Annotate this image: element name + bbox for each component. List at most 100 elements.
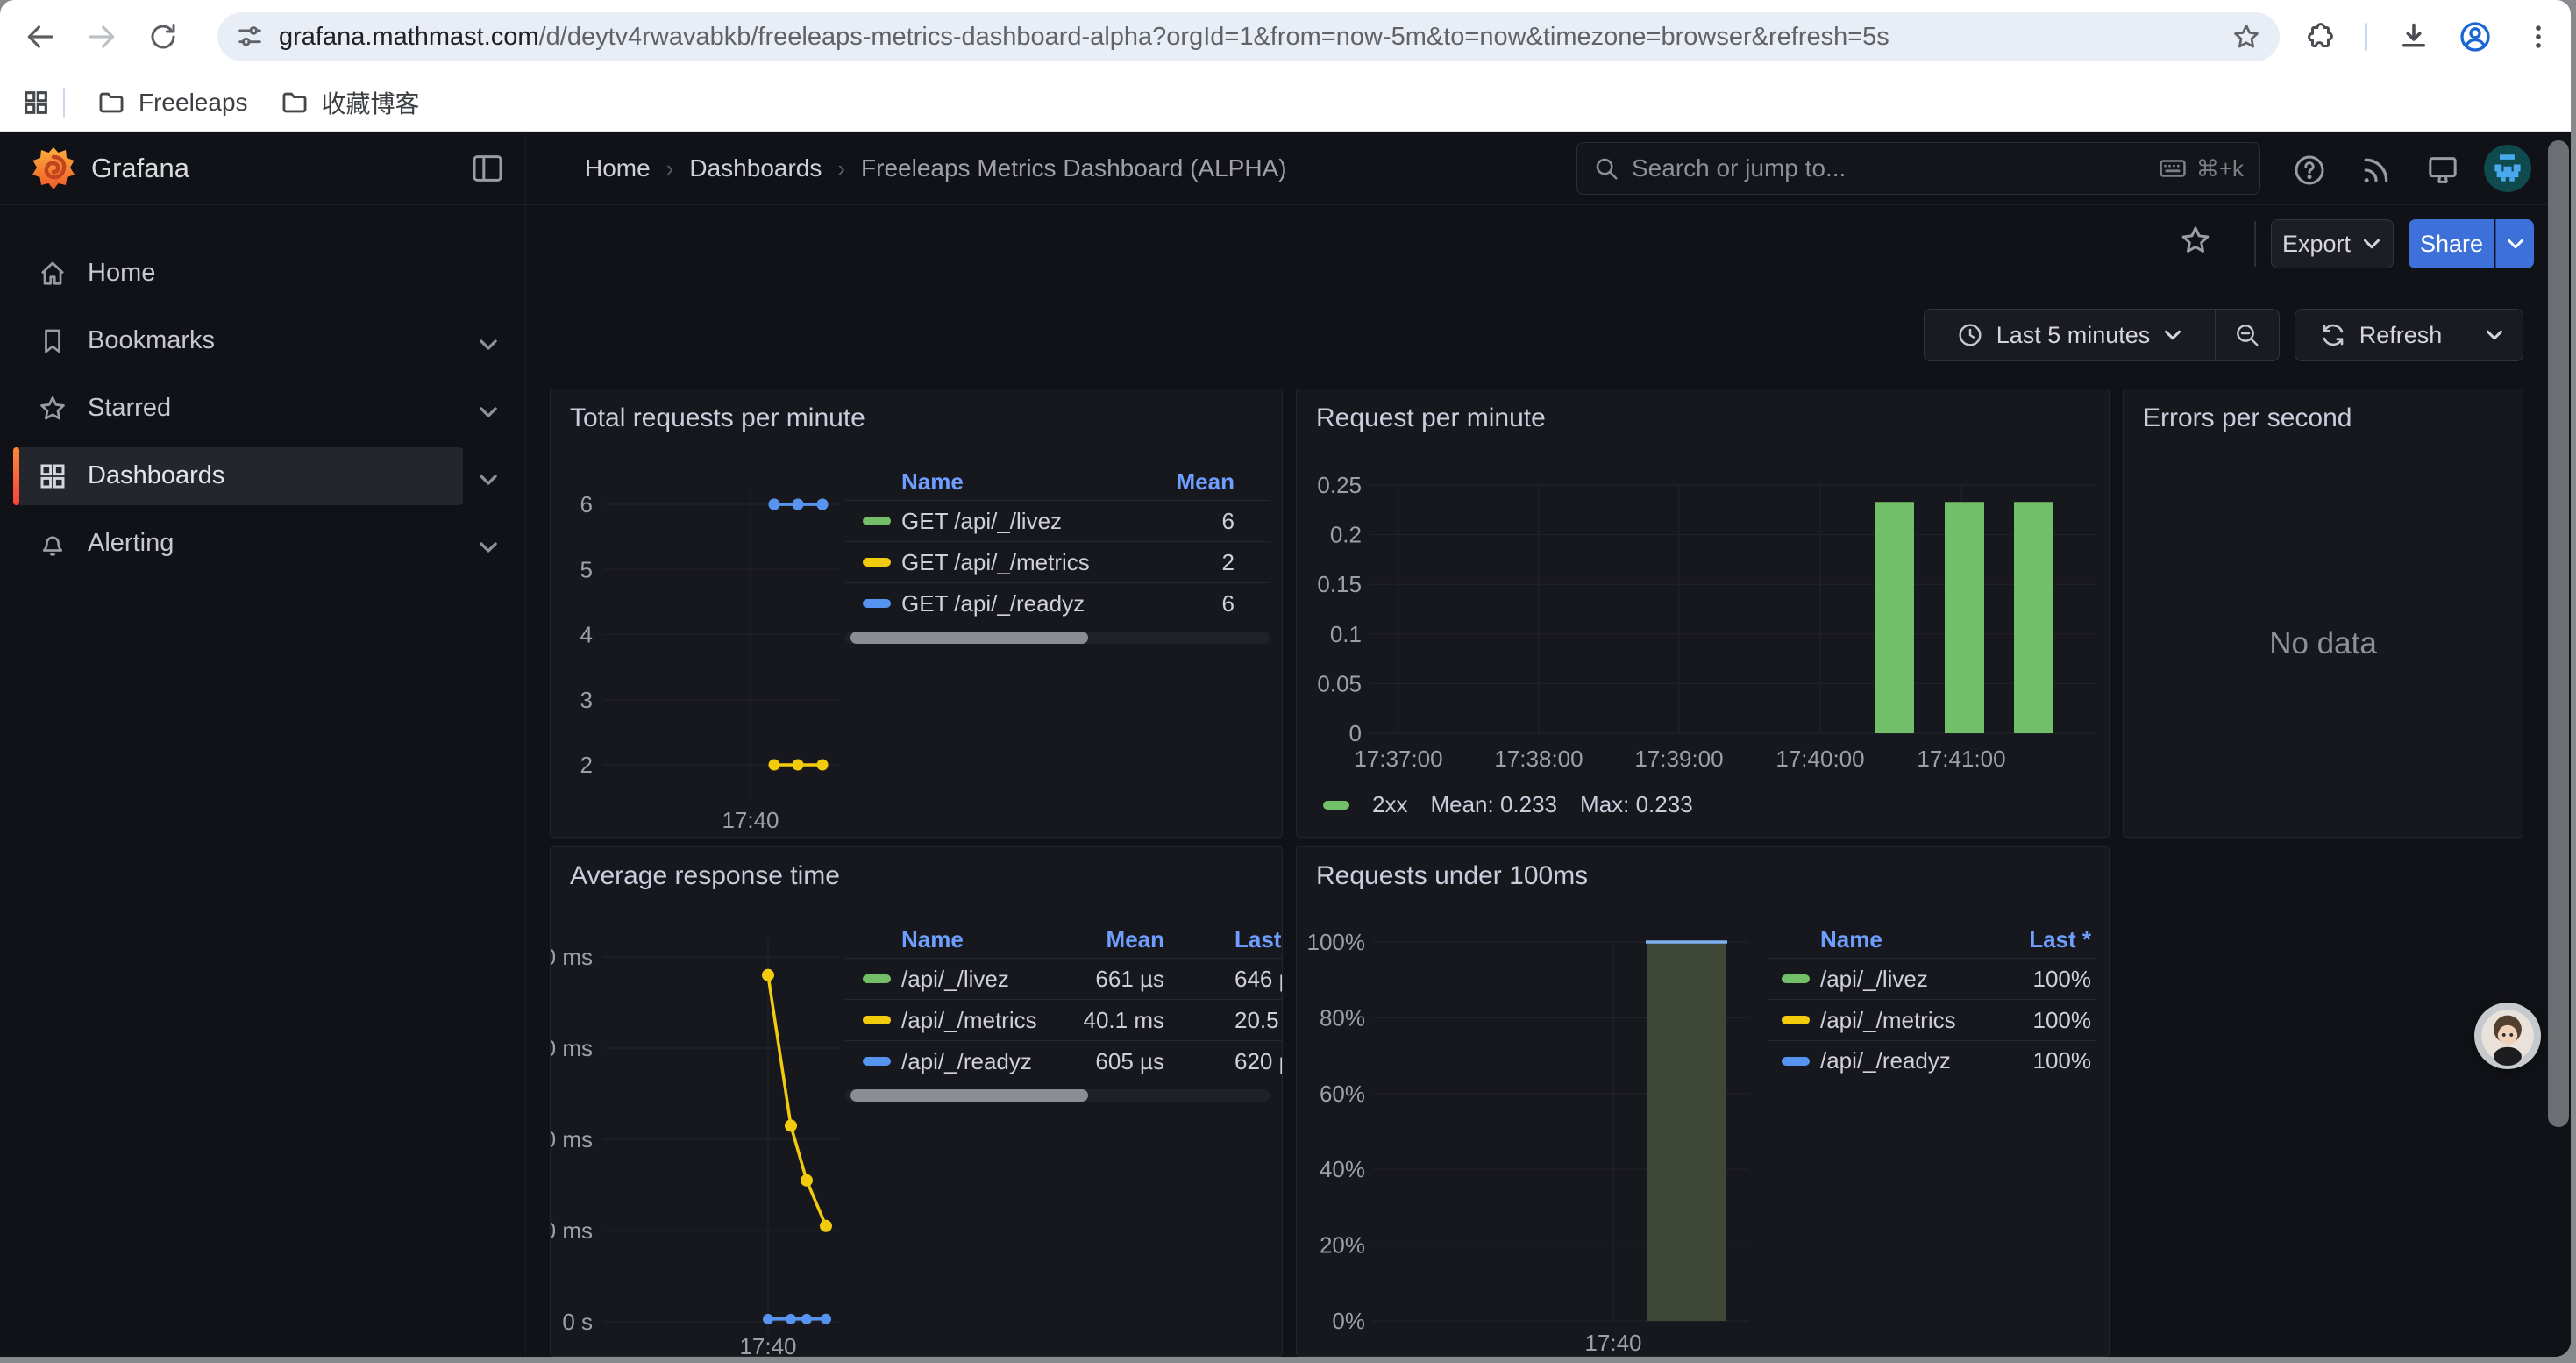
- time-range-picker[interactable]: Last 5 minutes: [1925, 310, 2215, 360]
- kiosk-mode-button[interactable]: [2425, 153, 2460, 188]
- page-scrollbar-thumb[interactable]: [2548, 140, 2569, 1127]
- svg-text:2: 2: [580, 752, 593, 778]
- sidebar-item-bookmarks[interactable]: Bookmarks: [0, 312, 526, 370]
- search-input[interactable]: Search or jump to... ⌘+k: [1576, 142, 2260, 195]
- horizontal-scrollbar[interactable]: [845, 632, 1270, 644]
- panel-requests-under-100ms: Requests under 100ms 100%80%60%40%20%0%1…: [1296, 846, 2110, 1357]
- column-header-mean[interactable]: Mean: [1068, 926, 1164, 953]
- table-row[interactable]: /api/_/livez 100%: [1768, 958, 2096, 999]
- column-header-last[interactable]: Last *: [1996, 926, 2091, 953]
- zoom-out-time-button[interactable]: [2215, 310, 2279, 360]
- svg-text:0.2: 0.2: [1330, 522, 1362, 548]
- chevron-down-icon[interactable]: [477, 333, 500, 356]
- svg-text:17:39:00: 17:39:00: [1634, 746, 1723, 772]
- table-row[interactable]: GET /api/_/livez 6: [845, 500, 1270, 541]
- browser-menu-button[interactable]: [2519, 18, 2558, 56]
- scrollbar-thumb[interactable]: [850, 632, 1088, 644]
- refresh-interval-button[interactable]: [2466, 310, 2523, 360]
- help-button[interactable]: [2292, 153, 2327, 188]
- column-header-name[interactable]: Name: [901, 926, 1068, 953]
- scrollbar-thumb[interactable]: [850, 1089, 1088, 1102]
- sidebar-item-starred[interactable]: Starred: [0, 380, 526, 438]
- table-row[interactable]: /api/_/livez 661 µs 646 µs: [845, 958, 1283, 999]
- forward-icon: [85, 20, 118, 54]
- svg-text:17:38:00: 17:38:00: [1494, 746, 1583, 772]
- panel-legend-table: Name Mean GET /api/_/livez 6 GET /api/_/…: [845, 463, 1270, 644]
- chevron-down-icon[interactable]: [477, 468, 500, 491]
- svg-text:100%: 100%: [1307, 929, 1366, 955]
- series-color-dash: [1782, 1016, 1810, 1024]
- reload-button[interactable]: [144, 18, 182, 56]
- svg-text:17:40:00: 17:40:00: [1775, 746, 1864, 772]
- grafana-topnav: Grafana Home › Dashboards › Freeleaps Me…: [0, 132, 2571, 205]
- user-avatar[interactable]: [2484, 145, 2531, 192]
- chart-legend: 2xx Mean: 0.233 Max: 0.233: [1323, 791, 1693, 818]
- chevron-down-icon: [2505, 233, 2526, 254]
- no-data-message: No data: [2124, 626, 2523, 661]
- sidebar-item-alerting[interactable]: Alerting: [0, 515, 526, 573]
- column-header-last[interactable]: Last *: [1235, 926, 1283, 953]
- assistant-avatar-image: [2478, 1006, 2537, 1066]
- svg-text:0.15: 0.15: [1317, 571, 1362, 597]
- share-button[interactable]: Share: [2409, 219, 2494, 268]
- action-divider: [2254, 221, 2256, 267]
- chevron-down-icon[interactable]: [477, 536, 500, 559]
- profile-icon: [2458, 19, 2493, 54]
- bookmark-folder-label: 收藏博客: [322, 85, 420, 120]
- favorite-dashboard-button[interactable]: [2178, 223, 2213, 258]
- breadcrumb-dashboards[interactable]: Dashboards: [689, 154, 822, 182]
- refresh-button[interactable]: Refresh: [2295, 310, 2466, 360]
- panel-total-requests: Total requests per minute 6543217:40 Nam…: [550, 389, 1283, 838]
- profile-button[interactable]: [2456, 18, 2494, 56]
- url-bar[interactable]: grafana.mathmast.com/d/deytv4rwavabkb/fr…: [217, 12, 2280, 61]
- svg-text:20 ms: 20 ms: [551, 1217, 593, 1244]
- news-button[interactable]: [2359, 153, 2394, 188]
- share-menu-button[interactable]: [2495, 219, 2534, 268]
- floating-assistant-avatar[interactable]: [2474, 1003, 2541, 1069]
- active-item-highlight: [13, 447, 463, 505]
- svg-text:60 ms: 60 ms: [551, 1035, 593, 1061]
- back-button[interactable]: [21, 18, 60, 56]
- grafana-brand[interactable]: Grafana: [91, 153, 189, 184]
- kebab-menu-icon: [2523, 22, 2553, 52]
- column-header-name[interactable]: Name: [901, 468, 1129, 496]
- forward-button[interactable]: [82, 18, 121, 56]
- refresh-icon: [2319, 321, 2347, 349]
- bookmark-folder-freeleaps[interactable]: Freeleaps: [81, 81, 264, 125]
- extensions-button[interactable]: [2300, 18, 2338, 56]
- bookmarks-divider: [63, 88, 65, 118]
- apps-grid-button[interactable]: [21, 88, 51, 118]
- table-row[interactable]: GET /api/_/readyz 6: [845, 582, 1270, 624]
- svg-text:4: 4: [580, 622, 593, 648]
- sidebar-item-dashboards[interactable]: Dashboards: [0, 447, 526, 505]
- site-settings-icon[interactable]: [235, 22, 265, 52]
- request-per-minute-chart[interactable]: 0.250.20.150.10.05017:37:0017:38:0017:39…: [1297, 389, 2110, 838]
- bookmark-star-icon[interactable]: [2231, 21, 2262, 53]
- star-icon: [37, 393, 68, 425]
- table-row[interactable]: /api/_/metrics 100%: [1768, 999, 2096, 1040]
- collapse-sidebar-icon[interactable]: [470, 151, 505, 186]
- bookmark-folder-label: Freeleaps: [139, 89, 248, 117]
- star-icon: [2178, 223, 2213, 258]
- legend-series-name[interactable]: 2xx: [1372, 791, 1407, 818]
- chevron-down-icon[interactable]: [477, 401, 500, 424]
- table-row[interactable]: /api/_/metrics 40.1 ms 20.5 ms: [845, 999, 1283, 1040]
- sidebar-item-home[interactable]: Home: [0, 245, 526, 303]
- table-row[interactable]: /api/_/readyz 605 µs 620 µs: [845, 1040, 1283, 1081]
- export-button[interactable]: Export: [2271, 219, 2394, 268]
- column-header-mean[interactable]: Mean: [1129, 468, 1235, 496]
- horizontal-scrollbar[interactable]: [845, 1089, 1270, 1102]
- svg-text:3: 3: [580, 687, 593, 713]
- column-header-name[interactable]: Name: [1820, 926, 1996, 953]
- time-range-group: Last 5 minutes: [1924, 309, 2280, 361]
- grafana-logo[interactable]: [32, 146, 75, 190]
- panel-title[interactable]: Errors per second: [2143, 403, 2352, 433]
- download-icon: [2398, 21, 2430, 53]
- bookmark-folder-blogs[interactable]: 收藏博客: [264, 78, 436, 127]
- table-row[interactable]: GET /api/_/metrics 2: [845, 541, 1270, 582]
- breadcrumb-home[interactable]: Home: [585, 154, 651, 182]
- breadcrumb-separator: ›: [837, 155, 845, 182]
- url-text[interactable]: grafana.mathmast.com/d/deytv4rwavabkb/fr…: [279, 23, 2231, 52]
- table-row[interactable]: /api/_/readyz 100%: [1768, 1040, 2096, 1081]
- downloads-button[interactable]: [2395, 18, 2433, 56]
